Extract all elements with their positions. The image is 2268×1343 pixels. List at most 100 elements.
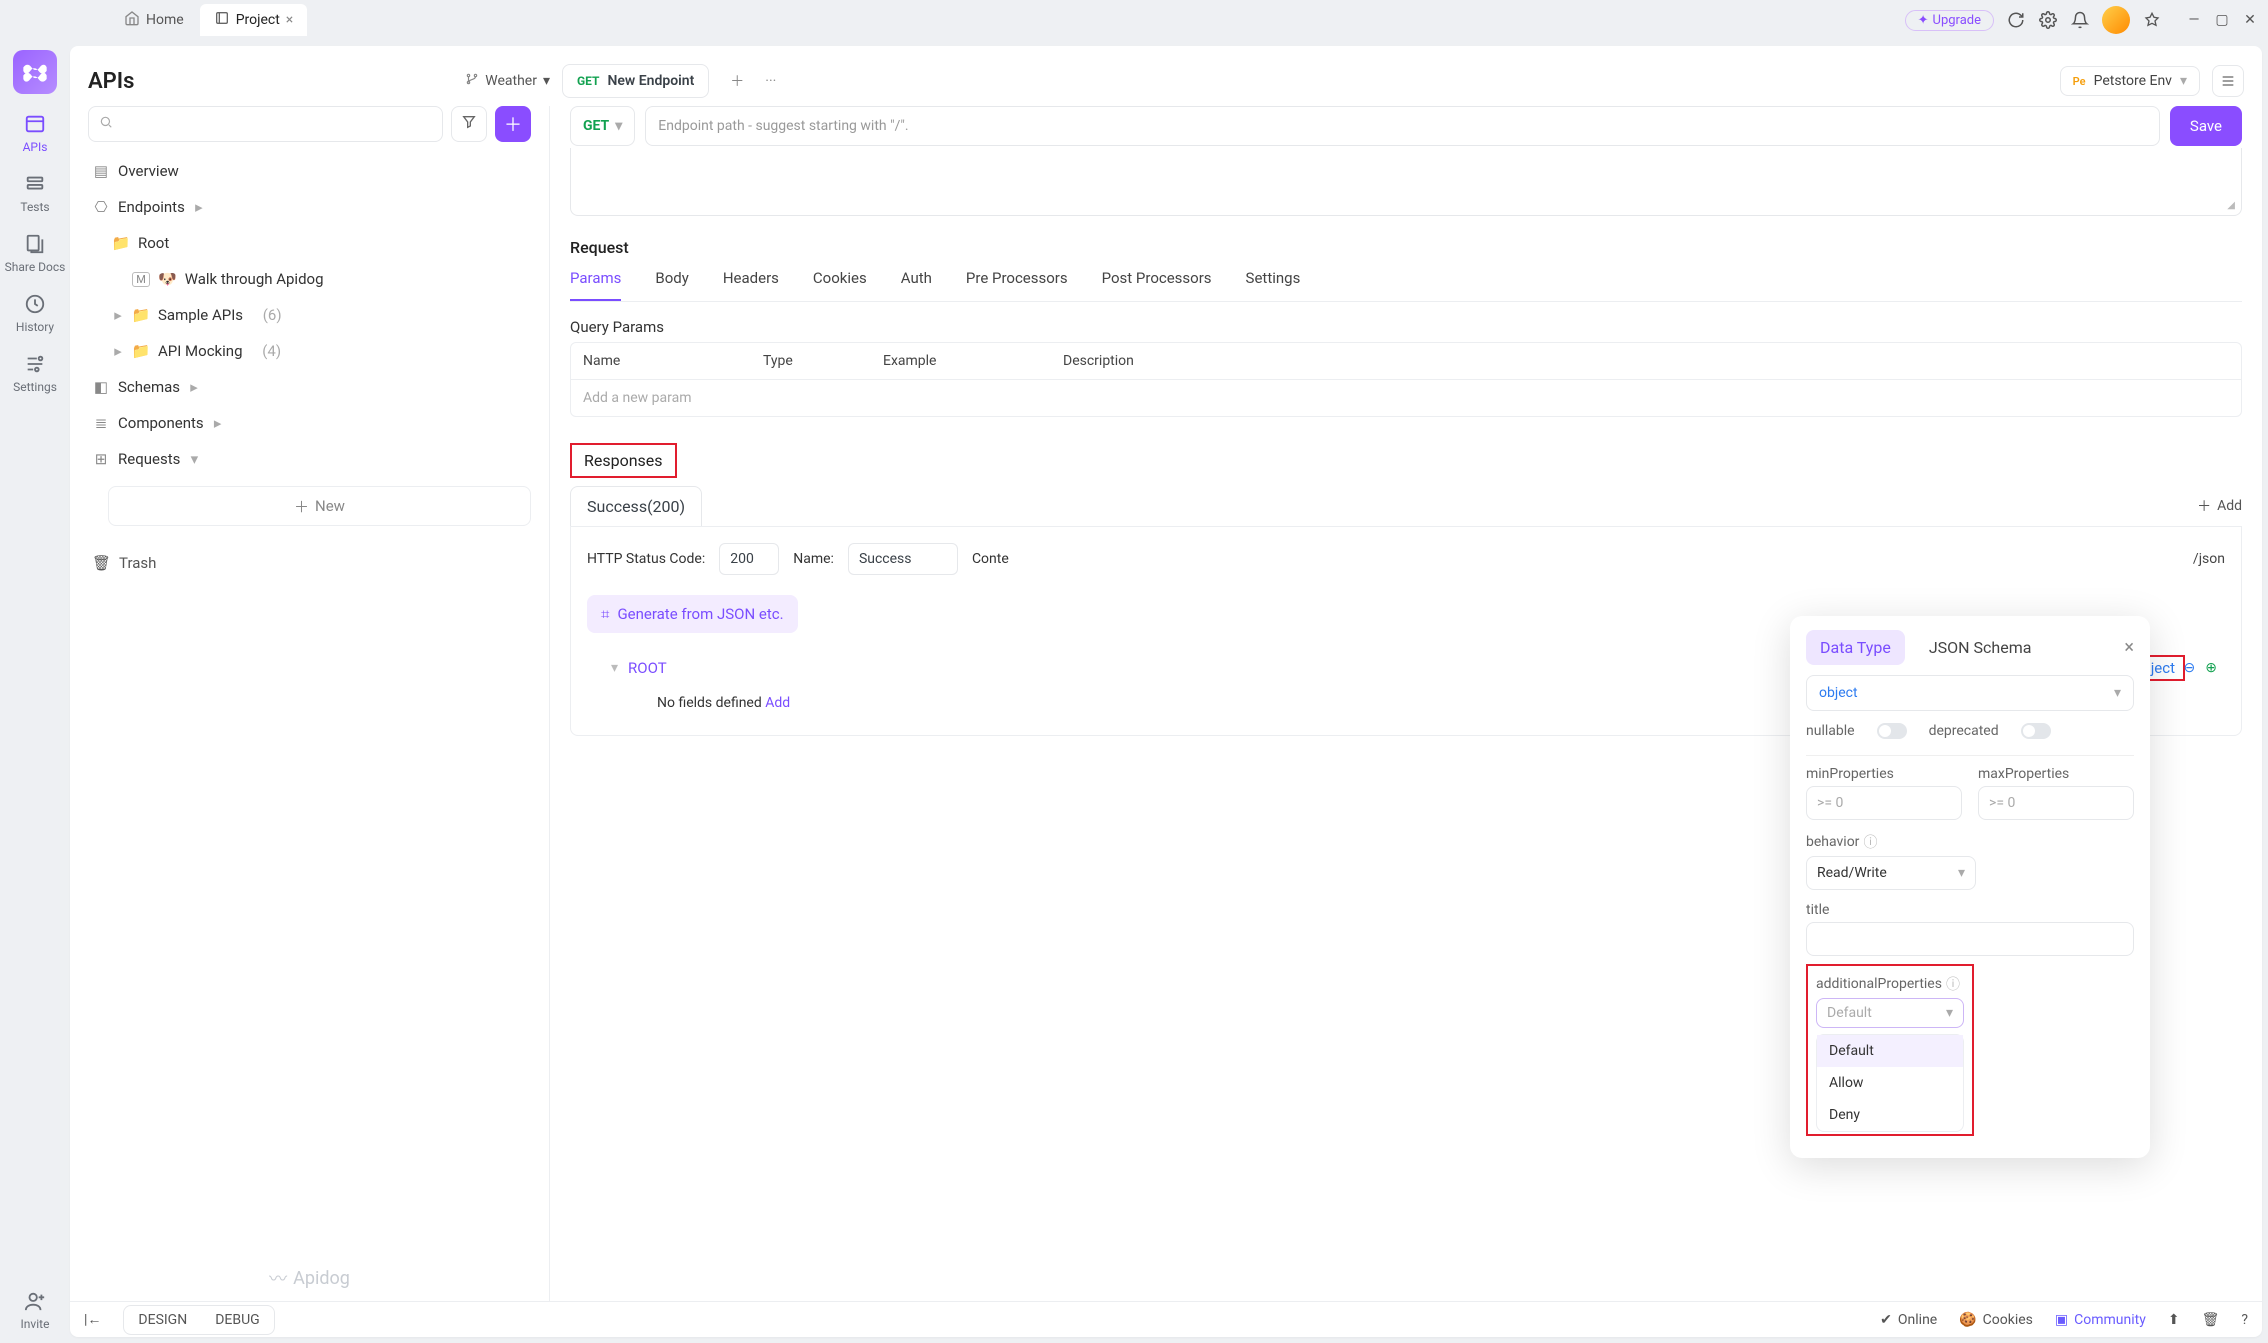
branch-picker[interactable]: Weather ▾ bbox=[465, 72, 550, 90]
popover-close-icon[interactable]: × bbox=[2124, 637, 2134, 658]
upgrade-button[interactable]: ✦ Upgrade bbox=[1905, 10, 1994, 31]
rail-invite[interactable]: Invite bbox=[21, 1289, 50, 1331]
search-icon bbox=[99, 115, 113, 133]
new-request-button[interactable]: ＋New bbox=[108, 486, 531, 526]
avatar[interactable] bbox=[2102, 6, 2130, 34]
status-cookies[interactable]: 🍪Cookies bbox=[1959, 1312, 2033, 1328]
save-button[interactable]: Save bbox=[2170, 106, 2242, 146]
add-field-link[interactable]: Add bbox=[765, 695, 790, 711]
brand-logo[interactable] bbox=[13, 50, 57, 94]
add-param-input[interactable]: Add a new param bbox=[571, 380, 2241, 416]
tab-settings[interactable]: Settings bbox=[1246, 269, 1301, 301]
close-icon[interactable]: × bbox=[286, 12, 293, 28]
resize-handle-icon[interactable]: ◢ bbox=[2227, 200, 2235, 211]
refresh-icon[interactable] bbox=[2006, 10, 2026, 30]
tab-more-icon[interactable]: ··· bbox=[765, 73, 776, 89]
title-input[interactable] bbox=[1806, 922, 2134, 956]
rail-history-label: History bbox=[16, 320, 54, 334]
additional-properties-select[interactable]: Default ▾ bbox=[1816, 998, 1964, 1028]
chevron-down-icon: ▾ bbox=[188, 450, 200, 468]
rail-history[interactable]: History bbox=[16, 292, 54, 334]
mode-debug-button[interactable]: DEBUG bbox=[201, 1306, 273, 1334]
rail-sharedocs-label: Share Docs bbox=[5, 260, 66, 274]
rail-sharedocs[interactable]: Share Docs bbox=[5, 232, 66, 274]
tree-sample-apis[interactable]: ▸📁Sample APIs (6) bbox=[88, 298, 531, 332]
help-icon[interactable]: ⓘ bbox=[1946, 974, 1960, 994]
min-properties-label: minProperties bbox=[1806, 766, 1962, 782]
response-tab-success[interactable]: Success(200) bbox=[570, 486, 702, 526]
filter-button[interactable] bbox=[451, 106, 487, 142]
tree-schemas[interactable]: ◧Schemas▸ bbox=[88, 370, 531, 404]
tree-api-mocking[interactable]: ▸📁API Mocking (4) bbox=[88, 334, 531, 368]
minimize-icon[interactable]: — bbox=[2182, 8, 2206, 32]
rail-apis-label: APIs bbox=[23, 140, 48, 154]
tree-overview[interactable]: ▤Overview bbox=[88, 154, 531, 188]
status-community[interactable]: ▣Community bbox=[2055, 1312, 2146, 1328]
gear-icon[interactable] bbox=[2038, 10, 2058, 30]
trash-icon[interactable]: 🗑 bbox=[2202, 1312, 2220, 1328]
deprecated-toggle[interactable] bbox=[2021, 723, 2051, 739]
tab-auth[interactable]: Auth bbox=[901, 269, 932, 301]
tree-endpoints[interactable]: ⎔Endpoints▸ bbox=[88, 190, 531, 224]
option-default[interactable]: Default bbox=[1817, 1035, 1963, 1067]
popover-tab-datatype[interactable]: Data Type bbox=[1806, 630, 1905, 665]
description-input[interactable]: ◢ bbox=[570, 148, 2242, 216]
tab-cookies[interactable]: Cookies bbox=[813, 269, 867, 301]
add-response-button[interactable]: ＋Add bbox=[2197, 496, 2242, 516]
behavior-select[interactable]: Read/Write▾ bbox=[1806, 856, 1976, 890]
min-properties-input[interactable]: >= 0 bbox=[1806, 786, 1962, 820]
tree-requests[interactable]: ⊞Requests▾ bbox=[88, 442, 531, 476]
http-code-input[interactable]: 200 bbox=[719, 543, 779, 575]
rail-settings[interactable]: Settings bbox=[13, 352, 57, 394]
close-window-icon[interactable]: ✕ bbox=[2238, 8, 2262, 32]
tree-components[interactable]: ≣Components▸ bbox=[88, 406, 531, 440]
type-dropdown[interactable]: object ▾ bbox=[1806, 675, 2134, 711]
tab-preproc[interactable]: Pre Processors bbox=[966, 269, 1068, 301]
bell-icon[interactable] bbox=[2070, 10, 2090, 30]
top-tab-project[interactable]: Project × bbox=[200, 4, 308, 36]
chevron-right-icon: ▸ bbox=[212, 414, 224, 432]
tab-body[interactable]: Body bbox=[655, 269, 688, 301]
editor-panel: GET ▾ Endpoint path - suggest starting w… bbox=[550, 106, 2262, 1301]
folder-icon: 📁 bbox=[132, 306, 150, 324]
popover-tab-jsonschema[interactable]: JSON Schema bbox=[1915, 630, 2046, 665]
max-properties-input[interactable]: >= 0 bbox=[1978, 786, 2134, 820]
tab-params[interactable]: Params bbox=[570, 269, 621, 301]
environment-picker[interactable]: Pe Petstore Env ▾ bbox=[2060, 66, 2200, 96]
new-tab-button[interactable]: ＋ bbox=[721, 65, 753, 97]
mode-design-button[interactable]: DESIGN bbox=[124, 1306, 201, 1334]
rail-settings-label: Settings bbox=[13, 380, 57, 394]
help-icon[interactable]: ? bbox=[2241, 1312, 2248, 1328]
status-online[interactable]: ✔Online bbox=[1880, 1312, 1937, 1328]
right-panel-toggle[interactable] bbox=[2212, 65, 2244, 97]
top-tab-home[interactable]: Home bbox=[110, 4, 198, 36]
option-deny[interactable]: Deny bbox=[1817, 1099, 1963, 1131]
response-name-input[interactable]: Success bbox=[848, 543, 958, 575]
nullable-toggle[interactable] bbox=[1877, 723, 1907, 739]
endpoint-tab-current[interactable]: GET New Endpoint bbox=[562, 64, 709, 98]
rail-tests[interactable]: Tests bbox=[20, 172, 49, 214]
chevron-down-icon[interactable]: ▾ bbox=[611, 660, 618, 676]
tree-root[interactable]: 📁Root bbox=[88, 226, 531, 260]
remove-icon[interactable]: ⊖ bbox=[2184, 660, 2196, 676]
tree-walkthrough[interactable]: M🐶Walk through Apidog bbox=[88, 262, 531, 296]
collapse-left-icon[interactable]: |← bbox=[84, 1311, 101, 1328]
rail-apis[interactable]: APIs bbox=[23, 112, 48, 154]
schema-root[interactable]: ROOT bbox=[628, 659, 667, 677]
method-select[interactable]: GET ▾ bbox=[570, 106, 635, 146]
add-button[interactable]: ＋ bbox=[495, 106, 531, 142]
maximize-icon[interactable]: ▢ bbox=[2210, 8, 2234, 32]
tab-headers[interactable]: Headers bbox=[723, 269, 779, 301]
tab-postproc[interactable]: Post Processors bbox=[1102, 269, 1212, 301]
tree-trash[interactable]: 🗑Trash bbox=[88, 546, 531, 580]
generate-from-json-button[interactable]: ⌗Generate from JSON etc. bbox=[587, 595, 798, 633]
search-input[interactable] bbox=[88, 106, 443, 142]
help-icon[interactable]: ⓘ bbox=[1863, 832, 1877, 852]
option-allow[interactable]: Allow bbox=[1817, 1067, 1963, 1099]
upload-icon[interactable]: ⬆ bbox=[2168, 1312, 2180, 1328]
plus-icon: ＋ bbox=[294, 496, 309, 517]
check-circle-icon: ✔ bbox=[1880, 1312, 1892, 1328]
pin-icon[interactable] bbox=[2142, 10, 2162, 30]
url-input[interactable]: Endpoint path - suggest starting with "/… bbox=[645, 106, 2160, 146]
add-icon[interactable]: ⊕ bbox=[2205, 660, 2217, 676]
